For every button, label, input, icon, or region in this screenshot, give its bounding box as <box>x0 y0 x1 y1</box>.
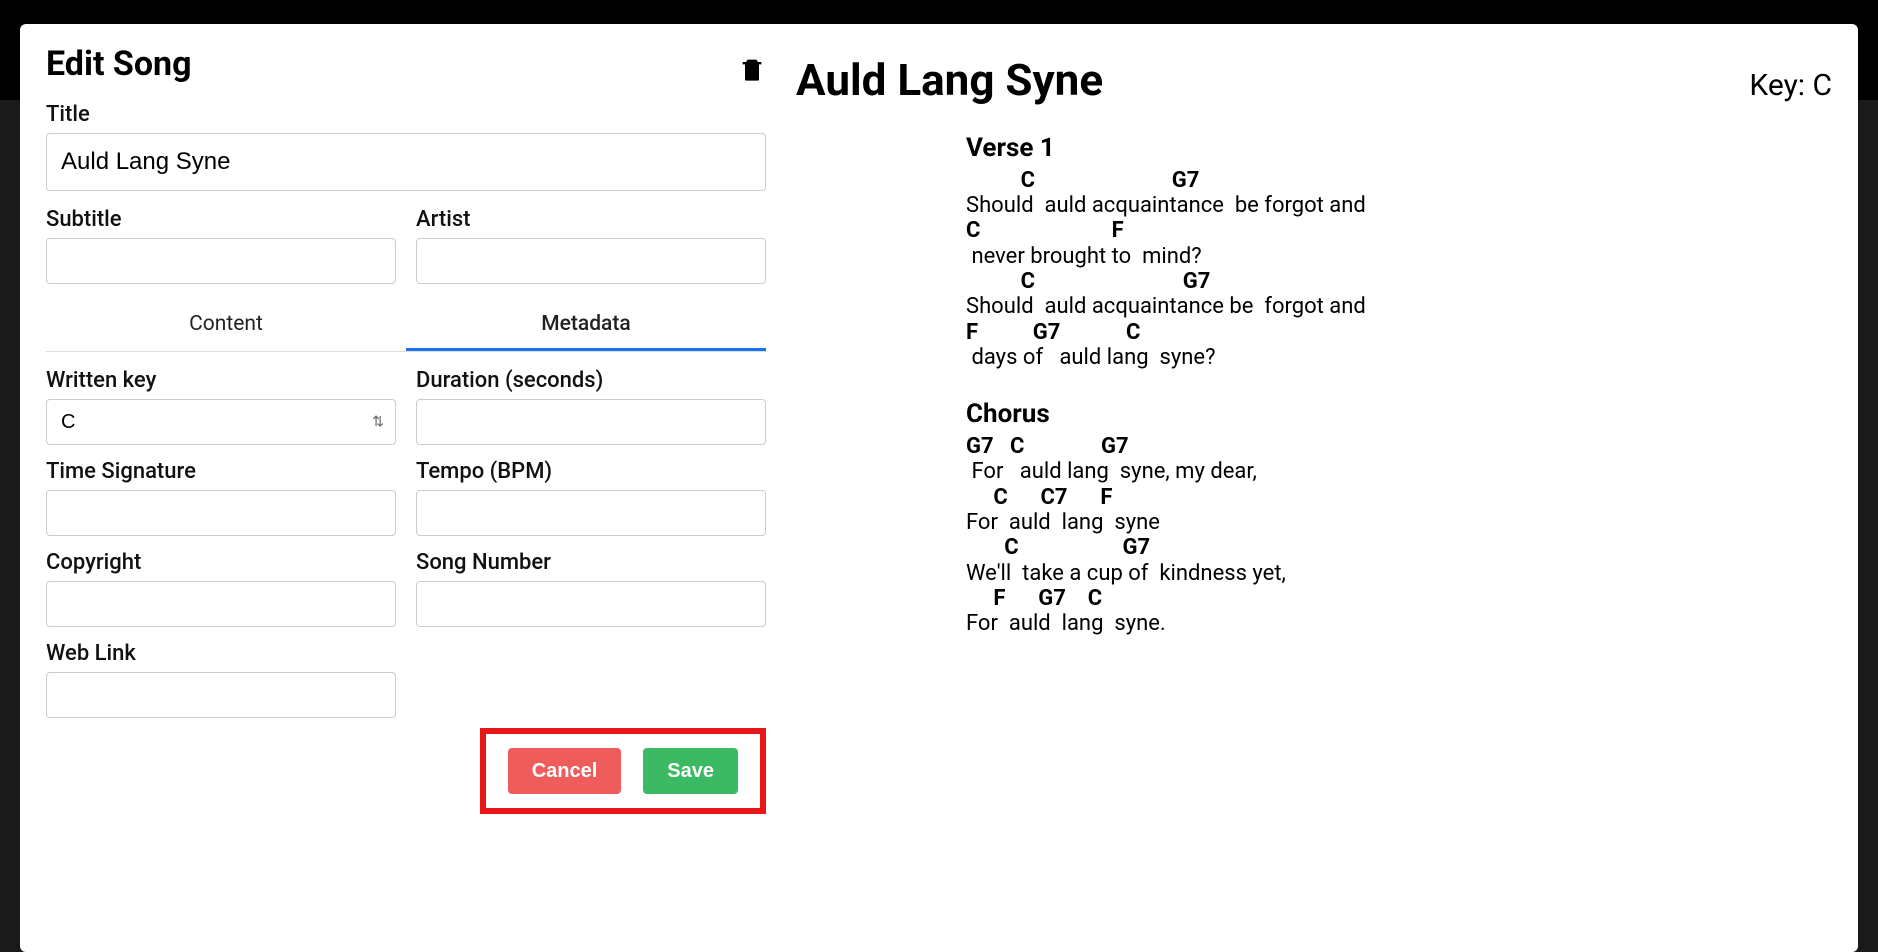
lyric-line: For auld lang syne <box>966 510 1832 535</box>
song-number-input[interactable] <box>416 581 766 627</box>
chord-line: C G7 <box>966 535 1832 560</box>
tempo-input[interactable] <box>416 490 766 536</box>
lyric-line: days of auld lang syne? <box>966 345 1832 370</box>
written-key-label: Written key <box>46 368 396 393</box>
chord-line: C C7 F <box>966 485 1832 510</box>
chord-line: G7 C G7 <box>966 434 1832 459</box>
subtitle-input[interactable] <box>46 238 396 284</box>
form-pane: Edit Song Title Subtitle Artist Content … <box>46 44 766 932</box>
lyric-line: Should auld acquaintance be forgot and <box>966 193 1832 218</box>
lyric-line: For auld lang syne. <box>966 611 1832 636</box>
trash-icon <box>738 52 766 86</box>
tab-content[interactable]: Content <box>46 302 406 351</box>
tempo-label: Tempo (BPM) <box>416 459 766 484</box>
chord-line: C G7 <box>966 168 1832 193</box>
tabs: Content Metadata <box>46 302 766 352</box>
preview-key: Key: C <box>1749 68 1832 103</box>
subtitle-label: Subtitle <box>46 207 396 232</box>
preview-pane: Auld Lang Syne Key: C Verse 1 C G7Should… <box>796 44 1832 932</box>
duration-input[interactable] <box>416 399 766 445</box>
title-label: Title <box>46 102 766 127</box>
lyric-line: We'll take a cup of kindness yet, <box>966 561 1832 586</box>
section-heading: Chorus <box>966 400 1832 430</box>
chord-line: C F <box>966 218 1832 243</box>
lyric-line: never brought to mind? <box>966 244 1832 269</box>
time-sig-input[interactable] <box>46 490 396 536</box>
metadata-grid: Written key ⇅ Duration (seconds) Time Si… <box>46 368 766 718</box>
chord-line: C G7 <box>966 269 1832 294</box>
dialog-title: Edit Song <box>46 44 766 84</box>
save-button[interactable]: Save <box>643 748 738 794</box>
time-sig-label: Time Signature <box>46 459 396 484</box>
duration-label: Duration (seconds) <box>416 368 766 393</box>
delete-button[interactable] <box>738 52 766 86</box>
tab-metadata[interactable]: Metadata <box>406 302 766 351</box>
web-link-label: Web Link <box>46 641 396 666</box>
copyright-input[interactable] <box>46 581 396 627</box>
chord-line: F G7 C <box>966 320 1832 345</box>
written-key-select[interactable] <box>46 399 396 445</box>
web-link-input[interactable] <box>46 672 396 718</box>
title-input[interactable] <box>46 133 766 191</box>
section-heading: Verse 1 <box>966 134 1832 164</box>
artist-label: Artist <box>416 207 766 232</box>
preview-body: Verse 1 C G7Should auld acquaintance be … <box>966 134 1832 637</box>
cancel-button[interactable]: Cancel <box>508 748 622 794</box>
preview-song-title: Auld Lang Syne <box>796 54 1103 106</box>
song-number-label: Song Number <box>416 550 766 575</box>
chord-line: F G7 C <box>966 586 1832 611</box>
lyric-line: For auld lang syne, my dear, <box>966 459 1832 484</box>
copyright-label: Copyright <box>46 550 396 575</box>
actions-highlight-box: Cancel Save <box>480 728 766 814</box>
lyric-line: Should auld acquaintance be forgot and <box>966 294 1832 319</box>
edit-song-modal: Edit Song Title Subtitle Artist Content … <box>20 24 1858 952</box>
artist-input[interactable] <box>416 238 766 284</box>
